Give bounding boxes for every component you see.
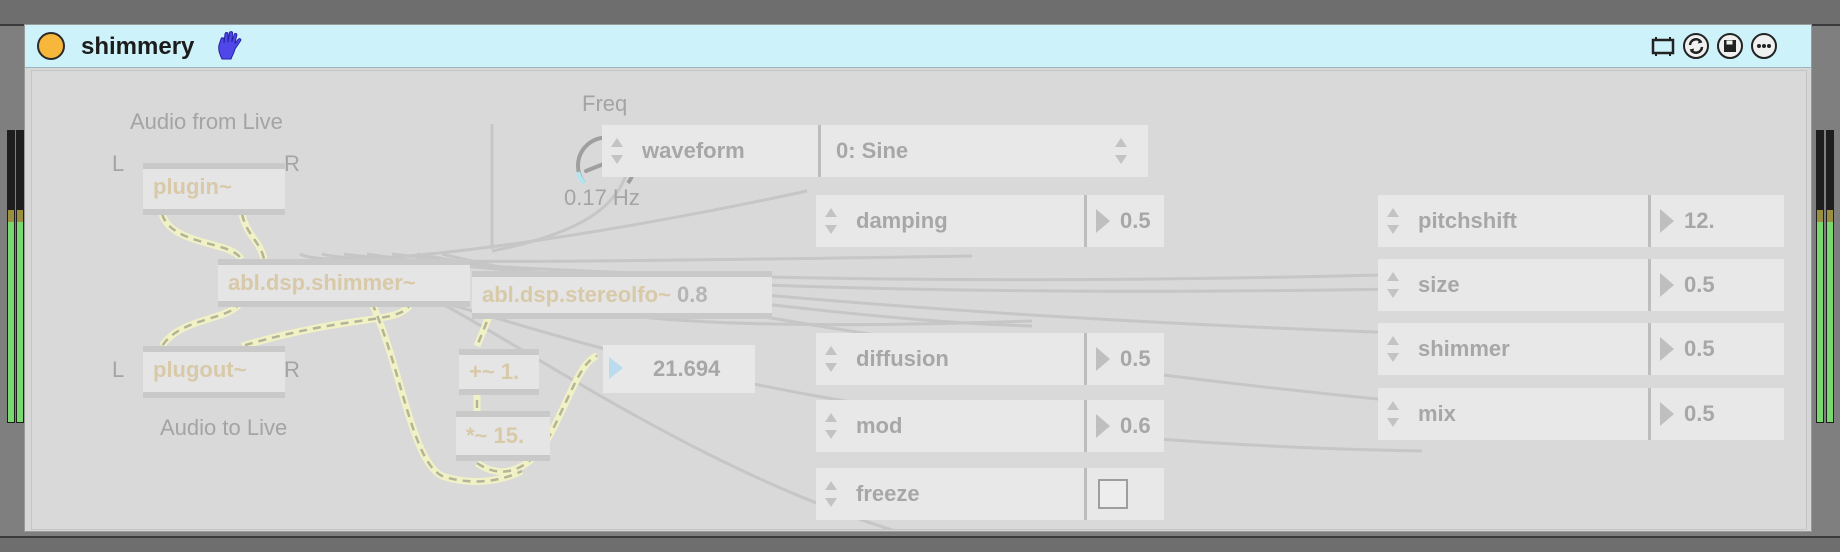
stereolfo-object[interactable]: abl.dsp.stereolfo~ 0.8 [472,271,772,319]
times-operator-label: *~ 15. [466,423,525,448]
freeze-label: freeze [856,481,920,506]
hand-icon [216,31,244,66]
plugin-object-label: plugin~ [153,174,232,199]
plugout-object[interactable]: plugout~ [143,346,285,398]
shimmer-separator [1648,323,1651,375]
freeze-control[interactable]: freeze [816,468,1164,520]
left-input-label: L [112,151,125,176]
shimmer-object[interactable]: abl.dsp.shimmer~ [218,259,470,307]
diffusion-slider-icon [1096,347,1110,371]
input-level-meter [7,130,15,423]
plugin-object[interactable]: plugin~ [143,163,285,215]
damping-slider-icon [1096,209,1110,233]
plus-operator-label: +~ 1. [469,359,520,384]
refresh-icon[interactable] [1683,33,1709,59]
damping-label: damping [856,208,948,233]
output-level-meter-right [1826,130,1834,423]
damping-value: 0.5 [1120,208,1151,233]
audio-from-live-label: Audio from Live [130,109,283,134]
track-header-strip [0,0,1840,26]
output-level-meter [1816,130,1824,423]
size-control[interactable]: size 0.5 [1378,259,1784,311]
left-output-label: L [112,357,125,382]
mix-separator [1648,388,1651,440]
pitchshift-slider-icon [1660,209,1674,233]
right-output-label: R [284,357,300,382]
waveform-arrows-icon [611,138,623,164]
mod-arrows-icon [825,413,837,439]
stereolfo-object-label: abl.dsp.stereolfo~ 0.8 [482,282,708,308]
plus-operator-object[interactable]: +~ 1. [459,349,539,395]
shimmer-object-label: abl.dsp.shimmer~ [228,270,416,295]
device-view-icon[interactable] [1650,33,1676,59]
pitchshift-label: pitchshift [1418,208,1517,233]
mod-separator [1084,400,1087,452]
size-arrows-icon [1387,272,1399,298]
right-input-label: R [284,151,300,176]
waveform-menu[interactable]: waveform 0: Sine [602,125,1148,177]
number-display-value: 21.694 [653,356,721,381]
device-title: shimmery [81,33,195,60]
size-separator [1648,259,1651,311]
plugout-object-label: plugout~ [153,357,247,382]
mix-arrows-icon [1387,401,1399,427]
freeze-arrows-icon [825,481,837,507]
mod-control[interactable]: mod 0.6 [816,400,1164,452]
diffusion-separator [1084,333,1087,385]
shimmer-control[interactable]: shimmer 0.5 [1378,323,1784,375]
mod-slider-icon [1096,414,1110,438]
stereolfo-argument: 0.8 [677,282,708,307]
shimmer-slider-icon [1660,337,1674,361]
mod-value: 0.6 [1120,413,1151,438]
damping-separator [1084,195,1087,247]
times-operator-object[interactable]: *~ 15. [456,411,550,461]
pitchshift-control[interactable]: pitchshift 12. [1378,195,1784,247]
damping-arrows-icon [825,208,837,234]
more-icon[interactable] [1751,33,1777,59]
shimmer-arrows-icon [1387,336,1399,362]
patcher-canvas[interactable]: Audio from Live L R plugin~ abl.dsp.shim… [31,70,1807,530]
diffusion-value: 0.5 [1120,346,1151,371]
number-display[interactable]: 21.694 [603,345,755,393]
audio-to-live-label: Audio to Live [160,415,288,440]
mod-label: mod [856,413,903,438]
freeze-separator [1084,468,1087,520]
size-label: size [1418,272,1460,297]
shimmer-label: shimmer [1418,336,1510,361]
waveform-dropdown-icon [1115,138,1127,164]
diffusion-arrows-icon [825,346,837,372]
damping-control[interactable]: damping 0.5 [816,195,1164,247]
pitchshift-separator [1648,195,1651,247]
save-icon[interactable] [1717,33,1743,59]
number-arrow-icon [609,357,623,379]
diffusion-control[interactable]: diffusion 0.5 [816,333,1164,385]
pitchshift-value: 12. [1684,208,1715,233]
waveform-label: waveform [642,138,745,163]
freq-label: Freq [582,91,628,116]
freq-value: 0.17 Hz [564,185,640,210]
mix-control[interactable]: mix 0.5 [1378,388,1784,440]
stereolfo-name: abl.dsp.stereolfo~ [482,282,671,307]
size-value: 0.5 [1684,272,1715,297]
freeze-checkbox[interactable] [1098,479,1128,509]
device-activator-button[interactable] [37,32,65,60]
mix-slider-icon [1660,402,1674,426]
device-frame: shimmery Audio from Live L R plugin~ abl… [24,24,1812,532]
shimmer-value: 0.5 [1684,336,1715,361]
mix-label: mix [1418,401,1456,426]
device-title-bar[interactable]: shimmery [25,25,1811,68]
mix-value: 0.5 [1684,401,1715,426]
diffusion-label: diffusion [856,346,949,371]
waveform-separator [818,125,821,177]
waveform-value: 0: Sine [836,138,909,163]
input-level-meter-right [16,130,24,423]
size-slider-icon [1660,273,1674,297]
pitchshift-arrows-icon [1387,208,1399,234]
